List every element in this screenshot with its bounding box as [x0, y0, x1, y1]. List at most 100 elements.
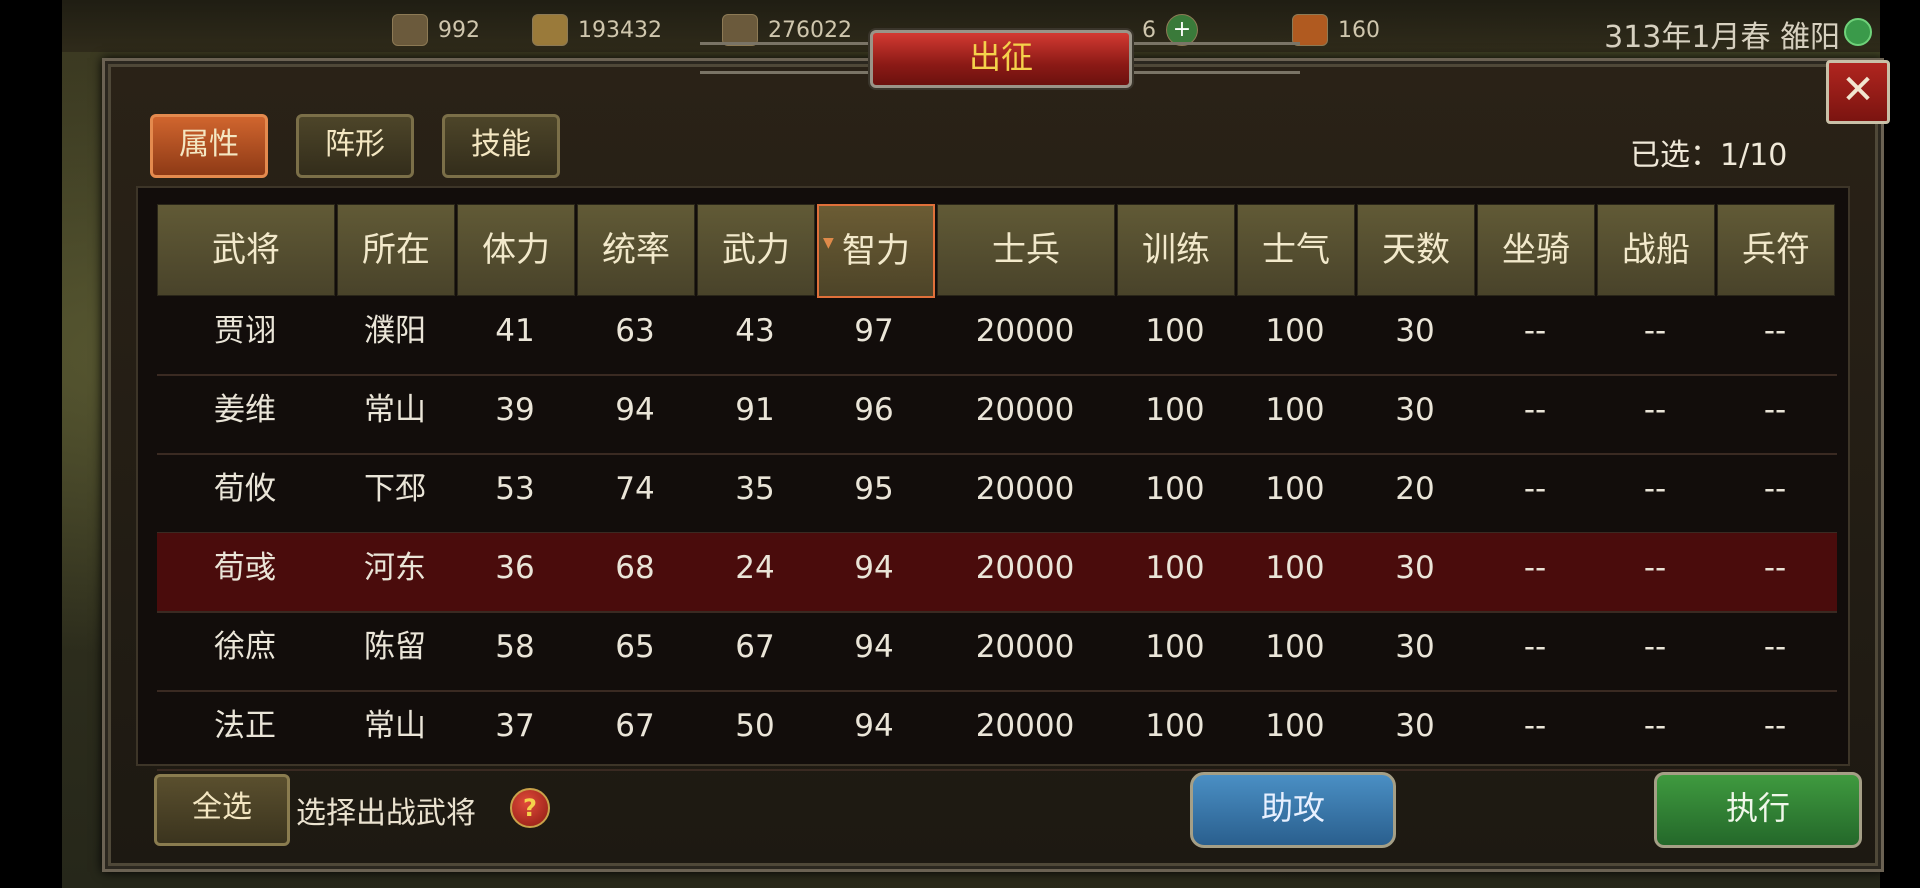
header-intelligence-label: 智力: [842, 231, 910, 271]
header-strength[interactable]: 武力: [697, 204, 815, 296]
cell-morale: 100: [1265, 550, 1325, 586]
table-row[interactable]: 荀攸 下邳 53 74 35 95 20000 100 100 20 -- -- --: [157, 454, 1837, 534]
cell-intelligence: 96: [854, 392, 894, 428]
table-row[interactable]: 贾诩 濮阳 41 63 43 97 20000 100 100 30 -- -- --: [157, 296, 1837, 376]
cell-tally: --: [1763, 708, 1787, 744]
assist-button[interactable]: 助攻: [1190, 772, 1396, 848]
cell-intelligence: 94: [854, 629, 894, 665]
header-stamina[interactable]: 体力: [457, 204, 575, 296]
header-mount[interactable]: 坐骑: [1477, 204, 1595, 296]
cell-stamina: 53: [495, 471, 535, 507]
cell-morale: 100: [1265, 629, 1325, 665]
help-icon[interactable]: ?: [510, 788, 550, 828]
cell-location: 濮阳: [364, 313, 426, 349]
cell-location: 下邳: [364, 471, 426, 507]
cell-warship: --: [1643, 471, 1667, 507]
table-row[interactable]: 法正 常山 37 67 50 94 20000 100 100 30 -- -- --: [157, 691, 1837, 771]
resource-wood-value: 276022: [768, 17, 852, 43]
cell-days: 30: [1395, 392, 1435, 428]
header-soldiers[interactable]: 士兵: [937, 204, 1115, 296]
cell-morale: 100: [1265, 471, 1325, 507]
cell-intelligence: 94: [854, 550, 894, 586]
banner-ornament-right: [1130, 42, 1300, 74]
sort-arrow-icon: ▼: [823, 235, 834, 251]
cell-mount: --: [1523, 392, 1547, 428]
cell-training: 100: [1145, 708, 1205, 744]
cell-training: 100: [1145, 629, 1205, 665]
cell-days: 20: [1395, 471, 1435, 507]
cell-general: 法正: [214, 708, 276, 744]
cell-stamina: 39: [495, 392, 535, 428]
banner-ornament-left: [700, 42, 870, 74]
cell-mount: --: [1523, 550, 1547, 586]
hint-text: 选择出战武将: [296, 796, 476, 831]
header-warship[interactable]: 战船: [1597, 204, 1715, 296]
cell-strength: 35: [735, 471, 775, 507]
cell-command: 65: [615, 629, 655, 665]
cell-days: 30: [1395, 629, 1435, 665]
header-intelligence[interactable]: ▼ 智力: [817, 204, 935, 298]
cell-command: 67: [615, 708, 655, 744]
cell-warship: --: [1643, 313, 1667, 349]
cell-command: 74: [615, 471, 655, 507]
selected-count: 已选：1/10: [1630, 138, 1788, 173]
ore-icon: [392, 14, 428, 46]
cell-general: 徐庶: [214, 629, 276, 665]
gold-icon: [532, 14, 568, 46]
cell-general: 贾诩: [214, 313, 276, 349]
resource-ore: 992: [392, 14, 480, 46]
cell-strength: 91: [735, 392, 775, 428]
resource-gold: 193432: [532, 14, 662, 46]
cell-warship: --: [1643, 550, 1667, 586]
cell-general: 姜维: [214, 392, 276, 428]
header-morale[interactable]: 士气: [1237, 204, 1355, 296]
cell-tally: --: [1763, 629, 1787, 665]
cell-mount: --: [1523, 629, 1547, 665]
cell-soldiers: 20000: [975, 471, 1075, 507]
cell-morale: 100: [1265, 313, 1325, 349]
cell-intelligence: 94: [854, 708, 894, 744]
cell-strength: 50: [735, 708, 775, 744]
cell-morale: 100: [1265, 392, 1325, 428]
cell-general: 荀彧: [214, 550, 276, 586]
header-training[interactable]: 训练: [1117, 204, 1235, 296]
tab-formation[interactable]: 阵形: [296, 114, 414, 178]
tab-attributes[interactable]: 属性: [150, 114, 268, 178]
dialog-title: 出征: [870, 30, 1132, 88]
cell-strength: 43: [735, 313, 775, 349]
header-location[interactable]: 所在: [337, 204, 455, 296]
header-days[interactable]: 天数: [1357, 204, 1475, 296]
cell-command: 94: [615, 392, 655, 428]
cell-stamina: 37: [495, 708, 535, 744]
cell-training: 100: [1145, 471, 1205, 507]
cell-intelligence: 95: [854, 471, 894, 507]
resource-gold-value: 193432: [578, 17, 662, 43]
close-button[interactable]: ✕: [1826, 60, 1890, 124]
table-row[interactable]: 姜维 常山 39 94 91 96 20000 100 100 30 -- -- --: [157, 375, 1837, 455]
cell-location: 常山: [364, 392, 426, 428]
table-row[interactable]: 荀彧 河东 36 68 24 94 20000 100 100 30 -- -- --: [157, 533, 1837, 613]
header-tally[interactable]: 兵符: [1717, 204, 1835, 296]
cell-soldiers: 20000: [975, 550, 1075, 586]
cell-soldiers: 20000: [975, 392, 1075, 428]
table-row[interactable]: 徐庶 陈留 58 65 67 94 20000 100 100 30 -- -- --: [157, 612, 1837, 692]
execute-button[interactable]: 执行: [1654, 772, 1862, 848]
header-general[interactable]: 武将: [157, 204, 335, 296]
cell-mount: --: [1523, 471, 1547, 507]
cell-morale: 100: [1265, 708, 1325, 744]
cell-tally: --: [1763, 471, 1787, 507]
cell-soldiers: 20000: [975, 629, 1075, 665]
cell-location: 常山: [364, 708, 426, 744]
cell-intelligence: 97: [854, 313, 894, 349]
cell-stamina: 41: [495, 313, 535, 349]
right-letterbox: [1880, 0, 1920, 888]
cell-stamina: 36: [495, 550, 535, 586]
date-location: 313年1月春 雒阳: [1604, 20, 1840, 55]
cell-warship: --: [1643, 629, 1667, 665]
cell-location: 陈留: [364, 629, 426, 665]
status-icon[interactable]: [1844, 18, 1872, 46]
header-command[interactable]: 统率: [577, 204, 695, 296]
tab-skills[interactable]: 技能: [442, 114, 560, 178]
cell-stamina: 58: [495, 629, 535, 665]
select-all-button[interactable]: 全选: [154, 774, 290, 846]
